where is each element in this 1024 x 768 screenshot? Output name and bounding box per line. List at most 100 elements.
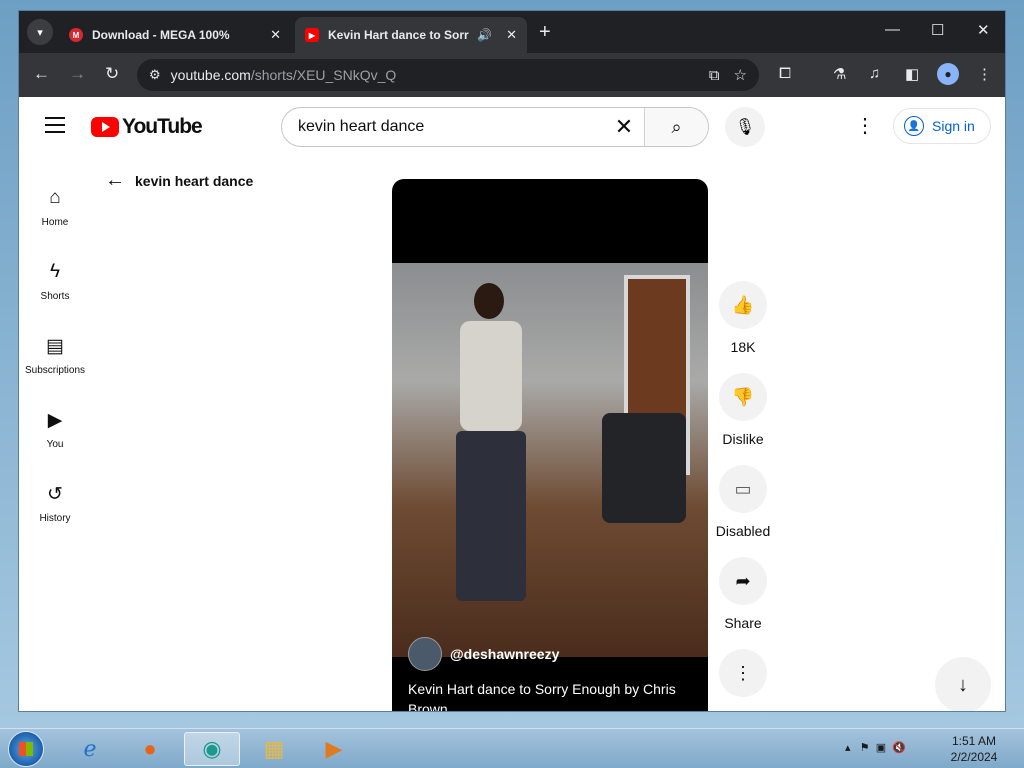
labs-icon[interactable]: ⚗ bbox=[833, 65, 846, 83]
browser-menu-icon[interactable]: ⋮ bbox=[977, 65, 992, 83]
action-center-flag-icon[interactable]: ⚑ bbox=[860, 742, 870, 754]
video-scene-chair bbox=[602, 413, 686, 523]
search-input[interactable]: kevin heart dance bbox=[282, 118, 604, 136]
forward-button[interactable]: → bbox=[69, 64, 86, 84]
profile-avatar-icon[interactable]: ● bbox=[937, 63, 959, 85]
extensions-icon[interactable]: ⧠ bbox=[779, 65, 791, 82]
sign-in-button[interactable]: 👤 Sign in bbox=[893, 108, 991, 144]
more-actions-button[interactable]: ⋮ bbox=[719, 649, 767, 697]
like-count: 18K bbox=[730, 339, 756, 355]
chrome-taskbar-icon[interactable]: ◉ bbox=[184, 732, 240, 766]
url-path: /shorts/XEU_SNkQv_Q bbox=[250, 67, 397, 83]
shorts-player[interactable]: @deshawnreezy Kevin Hart dance to Sorry … bbox=[392, 179, 708, 711]
tab-search-button[interactable]: ▾ bbox=[27, 19, 53, 45]
media-control-icon[interactable]: ♫ bbox=[869, 65, 880, 82]
guide-label: History bbox=[39, 513, 71, 524]
close-window-button[interactable]: ✕ bbox=[977, 21, 990, 39]
dislike-label: Dislike bbox=[722, 431, 764, 447]
bookmark-star-icon[interactable]: ☆ bbox=[734, 66, 747, 84]
internet-explorer-icon[interactable]: ℯ bbox=[62, 732, 118, 766]
search-icon: ⌕ bbox=[671, 116, 682, 137]
share-button[interactable]: ➦ bbox=[719, 557, 767, 605]
tray-expand-icon[interactable]: ▴ bbox=[845, 742, 851, 754]
like-button[interactable]: 👍 bbox=[719, 281, 767, 329]
reload-button[interactable]: ↻ bbox=[105, 64, 119, 84]
next-short-button[interactable]: ↓ bbox=[935, 657, 991, 711]
logo-text: YouTube bbox=[122, 115, 203, 138]
more-vertical-icon: ⋮ bbox=[734, 662, 752, 683]
comments-label: Disabled bbox=[715, 523, 771, 539]
guide-item-home[interactable]: ⌂ Home bbox=[19, 169, 91, 243]
clock-time: 1:51 AM bbox=[951, 734, 997, 748]
channel-name[interactable]: @deshawnreezy bbox=[450, 646, 559, 662]
account-icon: 👤 bbox=[904, 116, 924, 136]
site-info-icon[interactable]: ⚙ bbox=[149, 67, 161, 83]
tab-label: Download - MEGA 100% bbox=[92, 28, 230, 42]
youtube-page: YouTube kevin heart dance ✕ ⌕ 🎙 ⋮ 👤 Sign… bbox=[19, 97, 1005, 711]
thumbs-up-icon: 👍 bbox=[731, 294, 755, 315]
guide-label: Home bbox=[41, 217, 69, 228]
url-text: youtube.com/shorts/XEU_SNkQv_Q bbox=[171, 67, 695, 83]
close-icon[interactable]: ✕ bbox=[506, 27, 517, 43]
voice-search-button[interactable]: 🎙 bbox=[725, 107, 765, 147]
clear-search-icon[interactable]: ✕ bbox=[604, 114, 644, 140]
tab-label: Kevin Hart dance to Sorry Enough by Chri… bbox=[328, 28, 469, 42]
new-tab-button[interactable]: + bbox=[539, 21, 551, 44]
windows-taskbar: ℯ ● ◉ ▦ ▶ ▴ ⚑ ▣ 🔇 1:51 AM 2/2/2024 bbox=[0, 728, 1024, 768]
back-button[interactable]: ← bbox=[33, 64, 50, 84]
channel-avatar[interactable] bbox=[408, 637, 442, 671]
speaker-icon[interactable]: 🔊 bbox=[477, 28, 492, 42]
media-player-icon[interactable]: ▶ bbox=[306, 732, 362, 766]
maximize-button[interactable]: ☐ bbox=[931, 21, 944, 39]
arrow-left-icon: ← bbox=[105, 169, 125, 191]
back-to-search-link[interactable]: ← kevin heart dance bbox=[105, 169, 253, 192]
guide-item-shorts[interactable]: ϟ Shorts bbox=[19, 243, 91, 317]
tab-youtube[interactable]: ▶ Kevin Hart dance to Sorry Enough by Ch… bbox=[295, 17, 527, 53]
channel-info[interactable]: @deshawnreezy bbox=[408, 637, 559, 671]
home-icon: ⌂ bbox=[49, 187, 61, 208]
search-button[interactable]: ⌕ bbox=[644, 108, 708, 146]
guide-label: Shorts bbox=[40, 291, 70, 302]
browser-window: ▾ M Download - MEGA 100% ✕ ▶ Kevin Hart … bbox=[18, 10, 1006, 712]
search-box: kevin heart dance ✕ ⌕ bbox=[281, 107, 709, 147]
thumbs-down-icon: 👎 bbox=[731, 386, 755, 407]
settings-more-icon[interactable]: ⋮ bbox=[855, 113, 875, 138]
address-bar[interactable]: ⚙ youtube.com/shorts/XEU_SNkQv_Q ⧉ ☆ bbox=[137, 59, 759, 91]
share-arrow-icon: ➦ bbox=[735, 570, 751, 591]
youtube-logo[interactable]: YouTube bbox=[91, 115, 203, 139]
clock-date: 2/2/2024 bbox=[950, 750, 998, 764]
comments-button[interactable]: ▭ bbox=[719, 465, 767, 513]
guide-item-you[interactable]: ▶ You bbox=[19, 391, 91, 465]
cast-icon[interactable]: ⧉ bbox=[709, 67, 720, 84]
short-title[interactable]: Kevin Hart dance to Sorry Enough by Chri… bbox=[408, 679, 688, 711]
volume-muted-icon[interactable]: 🔇 bbox=[892, 742, 906, 754]
minimize-button[interactable]: — bbox=[885, 21, 900, 38]
firefox-icon[interactable]: ● bbox=[122, 732, 178, 766]
guide-label: Subscriptions bbox=[24, 365, 86, 376]
file-explorer-icon[interactable]: ▦ bbox=[246, 732, 302, 766]
tab-mega[interactable]: M Download - MEGA 100% ✕ bbox=[59, 17, 291, 53]
guide-item-subscriptions[interactable]: ▤ Subscriptions bbox=[19, 317, 91, 391]
side-panel-icon[interactable]: ◧ bbox=[905, 65, 919, 83]
subscriptions-icon: ▤ bbox=[46, 336, 64, 357]
close-icon[interactable]: ✕ bbox=[270, 27, 281, 43]
start-button[interactable] bbox=[8, 731, 44, 767]
menu-icon[interactable] bbox=[45, 117, 65, 133]
arrow-down-icon: ↓ bbox=[958, 673, 968, 696]
more-action: ⋮ bbox=[717, 649, 769, 697]
you-icon: ▶ bbox=[47, 410, 63, 431]
guide-item-history[interactable]: ↺ History bbox=[19, 465, 91, 539]
tab-strip: ▾ M Download - MEGA 100% ✕ ▶ Kevin Hart … bbox=[19, 11, 1005, 53]
like-action: 👍 18K bbox=[717, 281, 769, 355]
network-icon[interactable]: ▣ bbox=[876, 742, 886, 754]
video-scene-dancer bbox=[432, 283, 542, 623]
guide-label: You bbox=[46, 439, 64, 450]
dislike-action: 👎 Dislike bbox=[717, 373, 769, 447]
dislike-button[interactable]: 👎 bbox=[719, 373, 767, 421]
youtube-play-icon bbox=[91, 117, 119, 137]
shorts-actions: 👍 18K 👎 Dislike ▭ Disabled ➦ Share ⋮ bbox=[715, 281, 771, 711]
clock[interactable]: 1:51 AM 2/2/2024 bbox=[944, 733, 1004, 765]
video-frame[interactable] bbox=[392, 263, 708, 657]
microphone-icon: 🎙 bbox=[734, 119, 756, 136]
history-icon: ↺ bbox=[47, 484, 63, 505]
